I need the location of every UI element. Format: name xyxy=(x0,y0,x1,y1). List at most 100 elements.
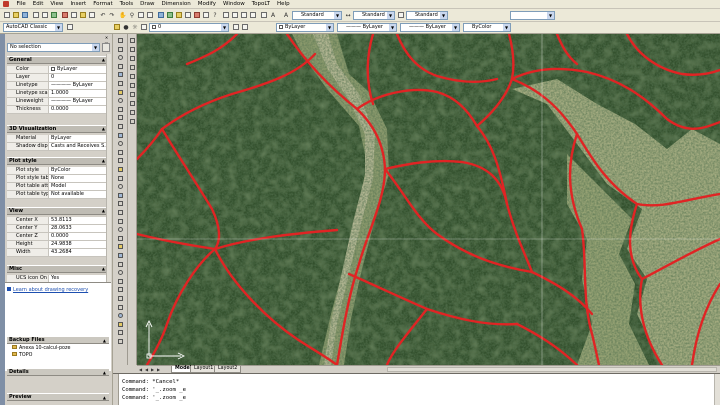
section-details[interactable]: Details ▲ xyxy=(7,368,109,376)
prop-row[interactable]: Linetype scale 1.0000 xyxy=(7,90,107,98)
command-scrollbar[interactable] xyxy=(714,374,720,405)
text-style-combo[interactable]: Standard ▼ xyxy=(292,11,342,20)
save-icon[interactable] xyxy=(21,11,29,19)
layer-sun-icon[interactable]: ☼ xyxy=(131,23,139,31)
print-icon[interactable] xyxy=(32,11,40,19)
prop-row[interactable]: Plot style ByColor xyxy=(7,167,107,175)
first-tab-icon[interactable]: ◀ xyxy=(138,367,143,372)
command-line-grip[interactable] xyxy=(113,374,119,405)
section-preview[interactable]: Preview ▲ xyxy=(7,393,109,401)
dim-style-combo[interactable]: Standard ▼ xyxy=(353,11,395,20)
polyline-icon[interactable] xyxy=(116,54,124,61)
snap-endpoint-icon[interactable] xyxy=(128,37,136,44)
workspace-selector[interactable]: AutoCAD Classic ▼ xyxy=(3,23,63,32)
make-current-icon[interactable] xyxy=(232,23,240,31)
break-icon[interactable] xyxy=(116,304,124,311)
prop-row[interactable]: Center X 53.8113 xyxy=(7,217,107,225)
text-icon[interactable] xyxy=(116,200,124,207)
multiline-text-icon[interactable] xyxy=(116,192,124,199)
layer-previous-icon[interactable] xyxy=(241,23,249,31)
arc-icon[interactable] xyxy=(116,80,124,87)
close-icon[interactable]: ✕ xyxy=(103,35,110,40)
last-tab-icon[interactable]: ▶ xyxy=(156,367,161,372)
color-combo[interactable]: ByLayer ▼ xyxy=(276,23,334,32)
rotate-icon[interactable] xyxy=(116,261,124,268)
copy-icon[interactable] xyxy=(116,218,124,225)
copy-icon[interactable] xyxy=(70,11,78,19)
layer-lock-icon[interactable] xyxy=(140,23,148,31)
menu-view[interactable]: View xyxy=(47,0,67,9)
section-misc[interactable]: Misc ▲ xyxy=(7,265,107,273)
fillet-icon[interactable] xyxy=(116,329,124,336)
prop-row[interactable]: Linetype ———— ByLayer xyxy=(7,82,107,90)
snap-intersection-icon[interactable] xyxy=(128,55,136,62)
prop-row[interactable]: Center Z 0.0000 xyxy=(7,233,107,241)
section-view[interactable]: View ▲ xyxy=(7,207,107,215)
osnap-settings-icon[interactable] xyxy=(128,118,136,125)
point-icon[interactable] xyxy=(116,149,124,156)
rectangle-icon[interactable] xyxy=(116,71,124,78)
prop-row[interactable]: Plot table atta...Model xyxy=(7,183,107,191)
chamfer-icon[interactable] xyxy=(116,321,124,328)
snap-perpendicular-icon[interactable] xyxy=(128,91,136,98)
lineweight-combo[interactable]: ——— ByLayer ▼ xyxy=(400,23,460,32)
snap-tangent-icon[interactable] xyxy=(128,82,136,89)
tool-palettes-icon[interactable] xyxy=(175,11,183,19)
construction-line-icon[interactable] xyxy=(116,46,124,53)
prop-row[interactable]: Width 43.2684 xyxy=(7,249,107,257)
layer-bulb-icon[interactable]: ● xyxy=(122,23,130,31)
table-icon[interactable] xyxy=(260,11,268,19)
move-icon[interactable] xyxy=(116,252,124,259)
circle-icon[interactable] xyxy=(116,89,124,96)
section-backup-files[interactable]: Backup Files ▲ xyxy=(7,336,109,344)
snap-center-icon[interactable] xyxy=(128,64,136,71)
recovery-help-link[interactable]: Learn about drawing recovery xyxy=(7,287,88,293)
hatch-icon[interactable] xyxy=(116,157,124,164)
ellipse-arc-icon[interactable] xyxy=(116,123,124,130)
section-plot-style[interactable]: Plot style ▲ xyxy=(7,157,107,165)
layer-state-icon[interactable] xyxy=(231,11,239,19)
menu-draw[interactable]: Draw xyxy=(137,0,158,9)
list-item[interactable]: TOPO xyxy=(12,352,32,359)
prop-row[interactable]: Material ByLayer xyxy=(7,135,107,143)
prop-row[interactable]: Shadow displayCasts and Receives S... xyxy=(7,143,107,151)
table-icon[interactable] xyxy=(116,183,124,190)
erase-icon[interactable] xyxy=(116,209,124,216)
command-line[interactable]: Command: *Cancel* Command: '_.zoom _e Co… xyxy=(113,373,720,405)
prop-row[interactable]: Center Y 28.0633 xyxy=(7,225,107,233)
layer-combo[interactable]: 0 ▼ xyxy=(149,23,229,32)
line-icon[interactable] xyxy=(116,37,124,44)
open-icon[interactable] xyxy=(12,11,20,19)
mtext-icon[interactable]: A xyxy=(269,11,277,19)
prop-row[interactable]: Layer 0 xyxy=(7,74,107,82)
make-block-icon[interactable] xyxy=(116,140,124,147)
sheet-set-icon[interactable] xyxy=(184,11,192,19)
menu-dimension[interactable]: Dimension xyxy=(158,0,194,9)
prop-row[interactable]: Thickness 0.0000 xyxy=(7,106,107,114)
markup-icon[interactable] xyxy=(193,11,201,19)
prop-row[interactable]: Plot style tableNone xyxy=(7,175,107,183)
next-tab-icon[interactable]: ▶ xyxy=(150,367,155,372)
mirror-icon[interactable] xyxy=(116,226,124,233)
quickcalc-icon[interactable] xyxy=(202,11,210,19)
menu-format[interactable]: Format xyxy=(90,0,116,9)
revision-cloud-icon[interactable] xyxy=(116,97,124,104)
cut-icon[interactable] xyxy=(61,11,69,19)
table-style-combo[interactable]: Standard ▼ xyxy=(406,11,448,20)
array-icon[interactable] xyxy=(116,243,124,250)
explode-icon[interactable] xyxy=(116,338,124,345)
list-item[interactable]: Anexa 10-calcul-poze xyxy=(12,345,70,352)
horizontal-scrollbar[interactable] xyxy=(387,367,717,372)
menu-topolt[interactable]: TopoLT xyxy=(248,0,273,9)
menu-window[interactable]: Window xyxy=(220,0,249,9)
menu-edit[interactable]: Edit xyxy=(29,0,47,9)
new-icon[interactable] xyxy=(3,11,11,19)
menu-file[interactable]: File xyxy=(13,0,29,9)
publish-icon[interactable] xyxy=(50,11,58,19)
trim-icon[interactable] xyxy=(116,286,124,293)
menu-insert[interactable]: Insert xyxy=(67,0,90,9)
snap-nearest-icon[interactable] xyxy=(128,100,136,107)
undo-icon[interactable]: ↶ xyxy=(99,11,107,19)
scale-icon[interactable] xyxy=(116,269,124,276)
zoom-window-icon[interactable] xyxy=(137,11,145,19)
